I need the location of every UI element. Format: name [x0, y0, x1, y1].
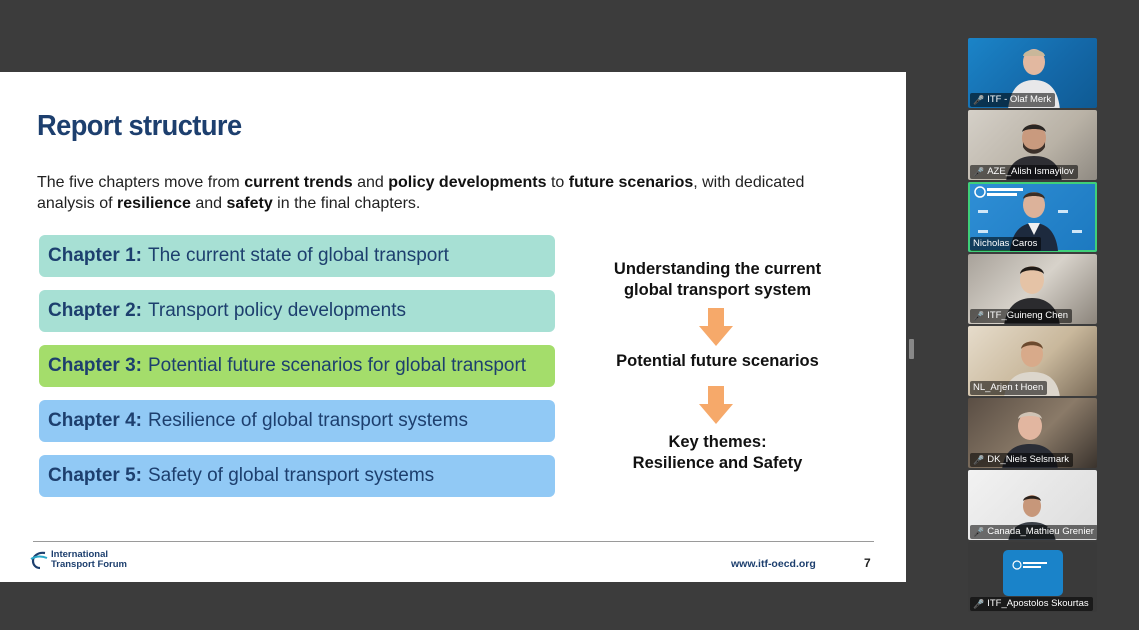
participant-name-label: 🎤 DK_Niels Selsmark: [970, 453, 1074, 467]
flow-step-key-themes: Key themes: Resilience and Safety: [580, 432, 855, 474]
mic-muted-icon: 🎤: [973, 167, 985, 177]
intro-text: to: [546, 174, 569, 191]
page-number: 7: [864, 556, 871, 570]
participant-name: ITF_Apostolos Skourtas: [987, 598, 1089, 609]
participant-name: DK_Niels Selsmark: [987, 454, 1070, 465]
participant-tile[interactable]: NL_Arjen t Hoen: [968, 326, 1097, 396]
participant-name-label: 🎤 ITF_Apostolos Skourtas: [970, 597, 1093, 611]
chapter-title: Potential future scenarios for global tr…: [147, 355, 527, 376]
chapter-title: Safety of global transport systems: [147, 465, 435, 486]
flow-step-current-system: Understanding the current global transpo…: [580, 259, 855, 301]
participant-name: AZE_Alish Ismayilov: [987, 166, 1074, 177]
participant-tile[interactable]: 🎤 Canada_Mathieu Grenier: [968, 470, 1097, 540]
intro-emphasis: resilience: [117, 195, 191, 212]
chapter-4-box: Chapter 4: Resilience of global transpor…: [39, 400, 555, 442]
participant-tile[interactable]: 🎤 ITF_Apostolos Skourtas: [968, 542, 1097, 612]
mic-muted-icon: 🎤: [973, 455, 985, 465]
chapter-3-box: Chapter 3: Potential future scenarios fo…: [39, 345, 555, 387]
mic-muted-icon: 🎤: [973, 599, 985, 609]
itf-logo-text: International Transport Forum: [51, 550, 127, 570]
logo-line: Transport Forum: [51, 559, 128, 570]
flow-step-line: Resilience and Safety: [632, 454, 803, 472]
slide-title: Report structure: [37, 110, 242, 142]
intro-text: The five chapters move from: [37, 174, 245, 191]
intro-emphasis: safety: [226, 195, 273, 212]
flow-step-future-scenarios: Potential future scenarios: [580, 351, 855, 372]
participant-name-label: 🎤 AZE_Alish Ismayilov: [970, 165, 1078, 179]
chapter-title: Resilience of global transport systems: [147, 410, 468, 431]
flow-step-line: Key themes:: [668, 433, 767, 451]
chapter-title: The current state of global transport: [147, 245, 449, 266]
chapter-2-box: Chapter 2: Transport policy developments: [39, 290, 555, 332]
participant-name-label: NL_Arjen t Hoen: [970, 381, 1048, 395]
intro-text: in the final chapters.: [272, 195, 421, 212]
itf-logo-icon: [30, 551, 48, 570]
participant-name: ITF_Guineng Chen: [987, 310, 1069, 321]
chapter-5-box: Chapter 5: Safety of global transport sy…: [39, 455, 555, 497]
intro-text: and: [190, 195, 227, 212]
participant-name-label: Nicholas Caros: [970, 237, 1042, 251]
chapter-title: Transport policy developments: [147, 300, 406, 321]
footer-url: www.itf-oecd.org: [731, 558, 816, 570]
chapter-number: Chapter 3:: [48, 355, 142, 376]
mic-muted-icon: 🎤: [973, 527, 985, 537]
shared-slide: Report structure The five chapters move …: [0, 72, 906, 582]
intro-emphasis: policy developments: [388, 174, 547, 191]
participant-name-label: 🎤 ITF_Guineng Chen: [970, 309, 1073, 323]
down-arrow-icon: [699, 308, 733, 346]
flow-step-line: Understanding the current: [613, 260, 822, 278]
mic-muted-icon: 🎤: [973, 311, 985, 321]
mic-muted-icon: 🎤: [973, 95, 985, 105]
participant-name: Nicholas Caros: [973, 238, 1038, 249]
intro-emphasis: current trends: [244, 174, 353, 191]
participant-tile-active-speaker[interactable]: Nicholas Caros: [968, 182, 1097, 252]
down-arrow-icon: [699, 386, 733, 424]
flow-step-line: global transport system: [623, 281, 812, 299]
chapter-number: Chapter 4:: [48, 410, 142, 431]
panel-resize-handle[interactable]: [909, 339, 914, 359]
slide-intro: The five chapters move from current tren…: [37, 172, 837, 214]
chapter-number: Chapter 5:: [48, 465, 142, 486]
chapter-1-box: Chapter 1: The current state of global t…: [39, 235, 555, 277]
itf-logo: International Transport Forum: [30, 550, 127, 570]
participant-tile[interactable]: 🎤 AZE_Alish Ismayilov: [968, 110, 1097, 180]
participant-name-label: 🎤 ITF - Olaf Merk: [970, 93, 1056, 107]
flow-step-line: Potential future scenarios: [616, 352, 819, 370]
chapter-number: Chapter 1:: [48, 245, 142, 266]
footer-divider: [33, 541, 874, 542]
participant-name: NL_Arjen t Hoen: [973, 382, 1044, 393]
intro-text: and: [352, 174, 389, 191]
participant-avatar: [1003, 550, 1063, 596]
participant-tile[interactable]: 🎤 ITF_Guineng Chen: [968, 254, 1097, 324]
participant-tile[interactable]: 🎤 ITF - Olaf Merk: [968, 38, 1097, 108]
participant-tile[interactable]: 🎤 DK_Niels Selsmark: [968, 398, 1097, 468]
intro-emphasis: future scenarios: [568, 174, 694, 191]
chapter-number: Chapter 2:: [48, 300, 142, 321]
participant-name: Canada_Mathieu Grenier: [987, 526, 1094, 537]
participant-name-label: 🎤 Canada_Mathieu Grenier: [970, 525, 1097, 539]
participant-name: ITF - Olaf Merk: [987, 94, 1052, 105]
